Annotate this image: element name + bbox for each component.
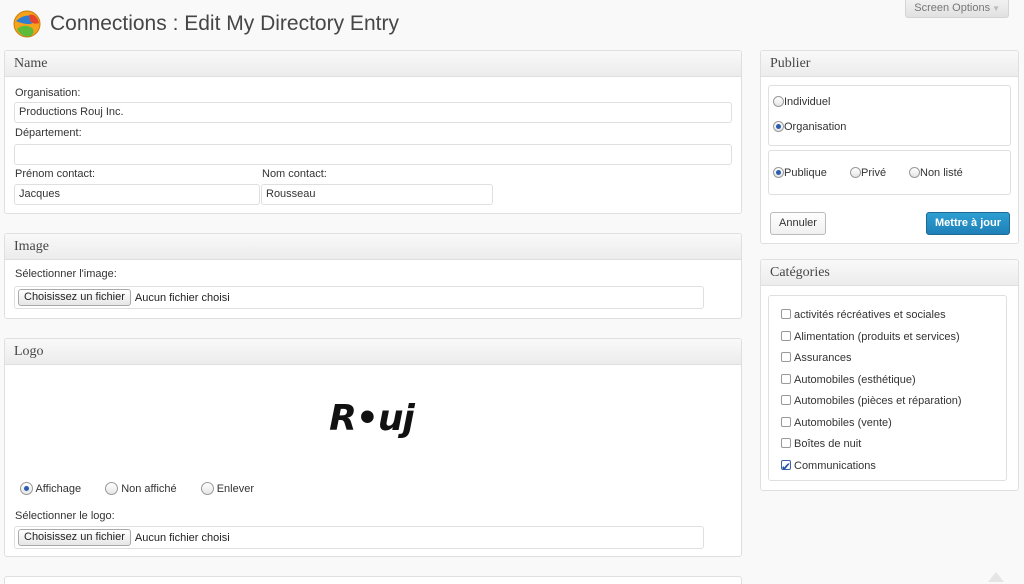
update-button[interactable]: Mettre à jour — [926, 212, 1011, 235]
logo-box-title: Logo — [5, 339, 741, 365]
category-label: Alimentation (produits et services) — [794, 330, 960, 343]
cancel-button[interactable]: Annuler — [770, 212, 826, 235]
nom-field[interactable]: Rousseau — [261, 184, 493, 205]
category-item[interactable]: activités récréatives et sociales — [781, 305, 1006, 327]
chevron-down-icon: ▼ — [992, 4, 1000, 13]
logo-option-non-affiche[interactable]: Non affiché — [105, 482, 177, 495]
checkbox-icon[interactable] — [781, 309, 791, 319]
logo-file-input[interactable]: Choisissez un fichier Aucun fichier choi… — [14, 526, 704, 549]
radio-icon — [200, 482, 214, 495]
image-box-title: Image — [5, 234, 741, 260]
category-item[interactable]: Assurances — [781, 348, 1006, 370]
radio-icon — [105, 482, 119, 495]
logo-option-enlever[interactable]: Enlever — [200, 482, 254, 495]
categories-box: Catégories activités récréatives et soci… — [760, 259, 1019, 491]
category-label: Automobiles (pièces et réparation) — [794, 395, 962, 407]
name-box-title: Name — [5, 51, 741, 77]
logo-file-status: Aucun fichier choisi — [134, 531, 230, 544]
image-file-input[interactable]: Choisissez un fichier Aucun fichier choi… — [14, 286, 704, 309]
connections-logo-icon — [13, 10, 41, 38]
radio-selected-icon — [773, 121, 784, 132]
checkbox-checked-icon[interactable] — [781, 457, 791, 478]
radio-icon — [850, 167, 861, 178]
category-label: Assurances — [794, 352, 852, 364]
category-label: Automobiles (esthétique) — [794, 373, 916, 386]
category-label: activités récréatives et sociales — [794, 309, 946, 321]
logo-option-affichage[interactable]: Affichage — [20, 482, 81, 495]
image-box: Image Sélectionner l'image: Choisissez u… — [4, 233, 742, 319]
logo-option-label: Non affiché — [121, 483, 177, 495]
category-label: Communications — [794, 459, 876, 472]
logo-image-text: R•uj — [329, 397, 415, 439]
visibility-label: Non listé — [920, 167, 963, 179]
category-item[interactable]: Alimentation (produits et services) — [781, 327, 1006, 349]
logo-choose-file-button[interactable]: Choisissez un fichier — [18, 529, 131, 546]
category-label: Boîtes de nuit — [794, 438, 862, 450]
categories-list[interactable]: activités récréatives et sociales Alimen… — [768, 295, 1007, 481]
visibility-prive[interactable]: Privé — [850, 167, 886, 179]
category-item[interactable]: Automobiles (esthétique) — [781, 370, 1006, 392]
nom-label: Nom contact: — [262, 168, 327, 180]
category-item[interactable]: Automobiles (pièces et réparation) — [781, 391, 1006, 413]
entry-type-group: Individuel Organisation — [768, 85, 1011, 146]
radio-icon — [773, 96, 784, 107]
checkbox-icon[interactable] — [781, 416, 791, 427]
prenom-label: Prénom contact: — [15, 168, 96, 180]
departement-field[interactable] — [14, 144, 732, 165]
prenom-field[interactable]: Jacques — [14, 184, 260, 205]
screen-options-button[interactable]: Screen Options ▼ — [905, 0, 1009, 18]
image-choose-file-button[interactable]: Choisissez un fichier — [18, 289, 131, 306]
visibility-label: Privé — [861, 167, 887, 179]
checkbox-icon[interactable] — [781, 373, 791, 384]
visibility-group: Publique Privé Non listé — [768, 150, 1011, 195]
visibility-publique[interactable]: Publique — [773, 167, 827, 179]
category-item[interactable]: Boîtes de nuit — [781, 434, 1006, 456]
select-image-label: Sélectionner l'image: — [15, 268, 117, 280]
category-item[interactable]: Communications — [781, 456, 1006, 478]
organisation-label: Organisation: — [15, 87, 81, 99]
select-logo-label: Sélectionner le logo: — [15, 510, 115, 522]
publish-box: Publier Individuel Organisation Publique… — [760, 50, 1019, 244]
category-item[interactable] — [781, 477, 1006, 480]
entry-type-individuel[interactable]: Individuel — [773, 96, 830, 108]
logo-box: Logo R•uj Affichage Non affiché Enlever … — [4, 338, 742, 557]
visibility-label: Publique — [784, 167, 827, 179]
checkbox-icon[interactable] — [781, 395, 791, 405]
name-box: Name Organisation: Productions Rouj Inc.… — [4, 50, 742, 214]
logo-option-label: Affichage — [35, 483, 82, 495]
checkbox-icon[interactable] — [781, 438, 791, 448]
page-title: Connections : Edit My Directory Entry — [50, 12, 399, 35]
screen-options-label: Screen Options — [914, 2, 991, 14]
checkbox-icon[interactable] — [781, 330, 791, 341]
page-header: Connections : Edit My Directory Entry — [12, 8, 399, 40]
checkbox-icon[interactable] — [781, 352, 791, 362]
publish-box-title: Publier — [761, 51, 1018, 77]
logo-option-label: Enlever — [216, 483, 254, 495]
logo-display-options: Affichage Non affiché Enlever — [20, 482, 254, 495]
entry-type-label: Organisation — [784, 121, 847, 133]
radio-icon — [909, 167, 920, 178]
categories-box-title: Catégories — [761, 260, 1018, 286]
category-item[interactable]: Automobiles (vente) — [781, 413, 1006, 435]
radio-selected-icon — [773, 167, 784, 178]
scroll-corner-icon — [988, 572, 1004, 582]
organisation-field[interactable]: Productions Rouj Inc. — [14, 102, 732, 123]
image-file-status: Aucun fichier choisi — [134, 291, 230, 304]
next-box-partial — [4, 576, 742, 584]
radio-selected-icon — [20, 482, 33, 495]
logo-image: R•uj — [302, 372, 441, 464]
entry-type-organisation[interactable]: Organisation — [773, 121, 846, 133]
entry-type-label: Individuel — [784, 96, 831, 108]
category-label: Automobiles (vente) — [794, 416, 892, 429]
departement-label: Département: — [15, 127, 82, 139]
visibility-non-liste[interactable]: Non listé — [909, 167, 963, 179]
